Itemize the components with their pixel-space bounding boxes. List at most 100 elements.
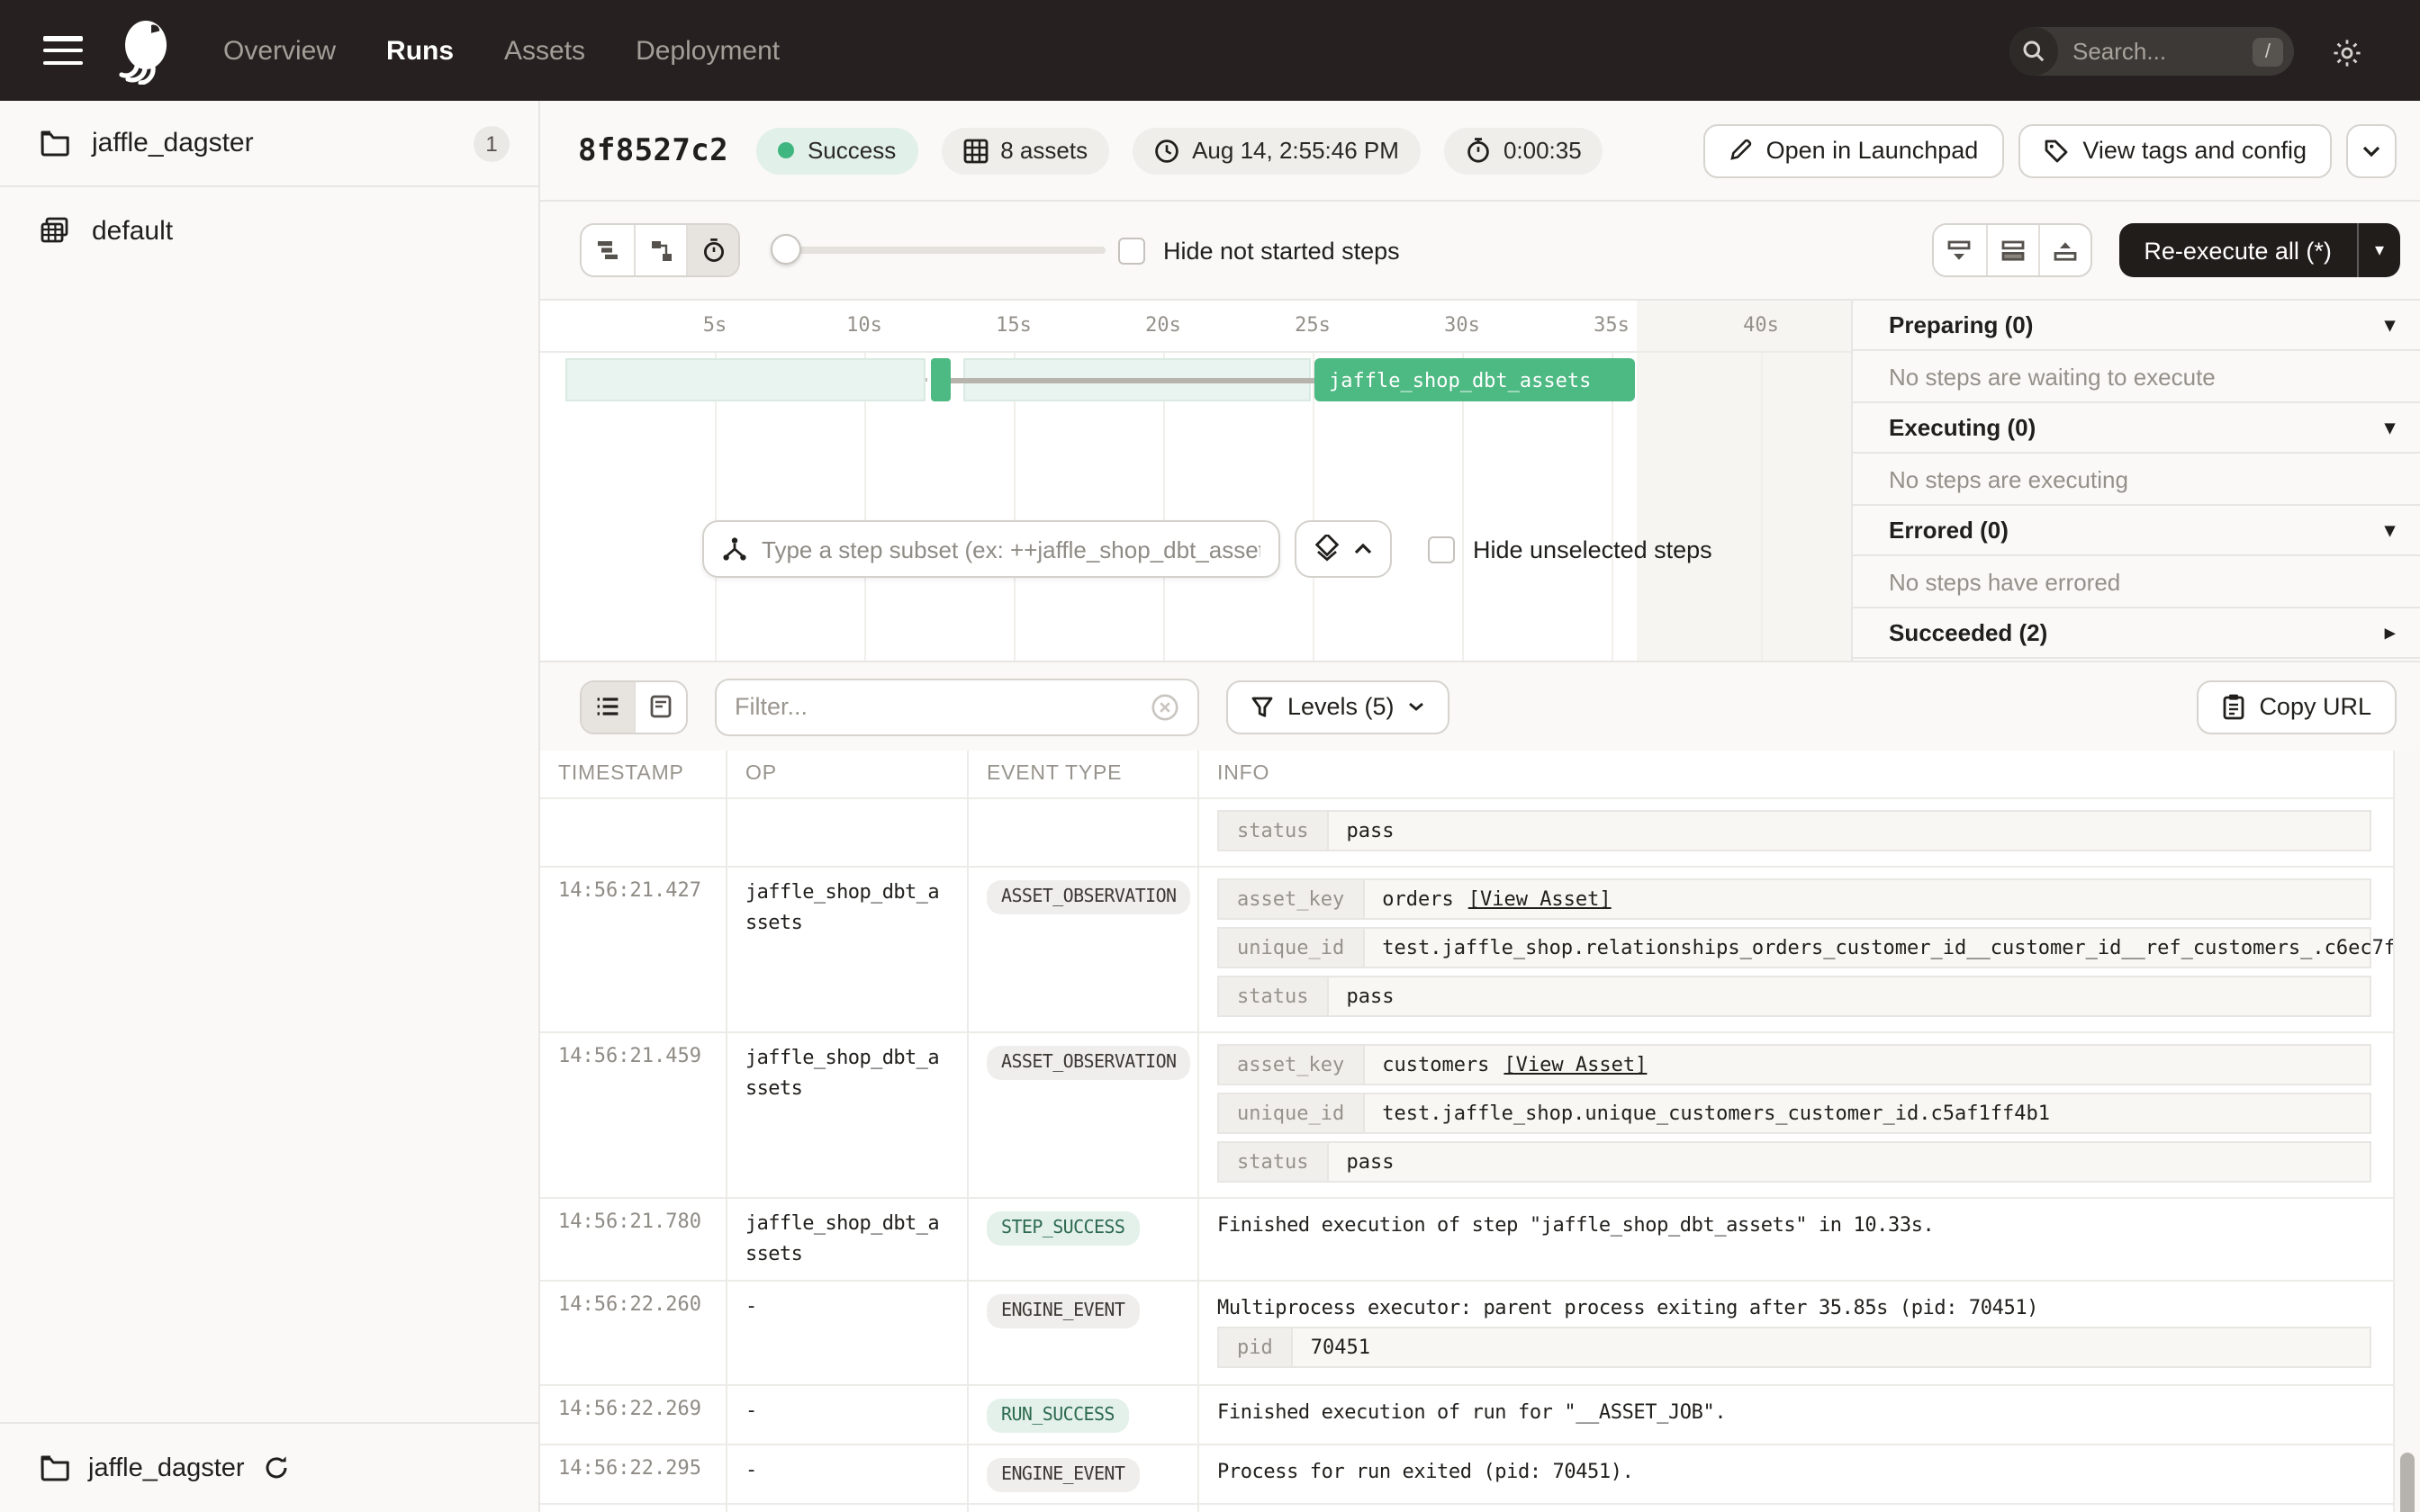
log-row[interactable]: 14:56:22.269 - RUN_SUCCESS Finished exec… <box>540 1386 2393 1445</box>
run-header: 8f8527c2 Success 8 assets Aug 14, 2:55:4… <box>540 101 2420 202</box>
clear-filter-icon[interactable] <box>1151 692 1179 721</box>
gridline <box>1761 353 1763 661</box>
log-row[interactable]: 14:56:22.260 - ENGINE_EVENT Multiprocess… <box>540 1282 2393 1386</box>
dagster-run-page: Overview Runs Assets Deployment Search..… <box>0 0 2420 1512</box>
open-launchpad-button[interactable]: Open in Launchpad <box>1702 123 2004 177</box>
funnel-icon <box>1251 696 1273 716</box>
log-filter-input[interactable] <box>735 693 1151 720</box>
axis-tick: 5s <box>702 313 727 337</box>
caret-down-icon: ▾ <box>2384 520 2395 542</box>
scrollbar-thumb[interactable] <box>2400 1453 2415 1512</box>
section-preparing-body: No steps are waiting to execute <box>1853 351 2420 403</box>
view-asset-link[interactable]: [View Asset] <box>1503 1053 1647 1076</box>
log-structured-value: status pass <box>1217 1141 2371 1183</box>
slider-handle[interactable] <box>771 234 801 265</box>
workspace-label: jaffle_dagster <box>92 128 254 158</box>
asset-group-icon <box>41 217 68 243</box>
gantt-zoom-slider[interactable] <box>771 234 1106 265</box>
tag-icon <box>2044 139 2067 162</box>
reexecute-all-button[interactable]: Re-execute all (*) ▾ <box>2118 223 2400 277</box>
section-executing-body: No steps are executing <box>1853 454 2420 506</box>
log-timestamp: 14:56:22.269 <box>540 1386 727 1444</box>
search-icon <box>2009 27 2058 76</box>
log-info: asset_key customers [View Asset] unique_i… <box>1199 1033 2393 1197</box>
nav-assets[interactable]: Assets <box>504 35 585 66</box>
step-marker-bar[interactable] <box>931 358 951 401</box>
section-succeeded[interactable]: Succeeded (2) ▸ <box>1853 608 2420 659</box>
sidebar-item-default-group[interactable]: default <box>0 187 538 274</box>
log-op: - <box>727 1282 969 1384</box>
global-search[interactable]: Search... / <box>2009 27 2294 76</box>
structured-view-icon[interactable] <box>634 681 686 732</box>
gantt-time-axis: 5s 10s 15s 20s 25s 30s 35s 40s <box>540 301 1851 353</box>
panel-top-icon[interactable] <box>2037 225 2090 275</box>
timing-view-icon[interactable] <box>686 225 738 275</box>
log-event-type <box>969 799 1199 866</box>
log-structured-value: asset_key customers [View Asset] <box>1217 1044 2371 1085</box>
step-bar-jaffle-shop-dbt-assets[interactable]: jaffle_shop_dbt_assets <box>1314 358 1635 401</box>
hide-not-started-label: Hide not started steps <box>1163 237 1400 264</box>
run-id: 8f8527c2 <box>578 132 728 168</box>
workspace-count-badge: 1 <box>474 125 510 161</box>
view-tags-config-button[interactable]: View tags and config <box>2018 123 2332 177</box>
log-info: asset_key orders [View Asset] unique_id t… <box>1199 868 2393 1031</box>
chevron-down-icon <box>1409 702 1424 711</box>
reexecute-dropdown-caret[interactable]: ▾ <box>2356 223 2400 277</box>
assets-badge[interactable]: 8 assets <box>941 127 1110 174</box>
log-row[interactable]: 14:56:21.427 jaffle_shop_dbt_assets ASSE… <box>540 868 2393 1033</box>
log-structured-value: asset_key orders [View Asset] <box>1217 878 2371 920</box>
search-placeholder: Search... <box>2072 38 2167 65</box>
panel-bottom-icon[interactable] <box>1933 225 1985 275</box>
section-executing[interactable]: Executing (0) ▾ <box>1853 403 2420 454</box>
flat-view-icon[interactable] <box>582 225 634 275</box>
log-row[interactable]: status pass <box>540 799 2393 868</box>
panel-split-icon[interactable] <box>1985 225 2037 275</box>
step-subset-input[interactable] <box>762 536 1260 562</box>
hamburger-menu-icon[interactable] <box>43 36 83 65</box>
graph-icon <box>723 537 746 561</box>
footer-repo-label: jaffle_dagster <box>88 1454 245 1482</box>
section-errored[interactable]: Errored (0) ▾ <box>1853 506 2420 556</box>
gantt-chart-section: 5s 10s 15s 20s 25s 30s 35s 40s jaffle_sh… <box>540 299 2420 662</box>
nav-runs[interactable]: Runs <box>386 35 454 66</box>
nav-overview[interactable]: Overview <box>223 35 336 66</box>
axis-tick: 10s <box>846 313 882 337</box>
log-view-toggle <box>580 680 688 734</box>
gridline <box>1313 353 1314 661</box>
log-scrollbar[interactable] <box>2393 751 2420 1512</box>
hide-not-started-checkbox[interactable] <box>1118 237 1145 264</box>
log-timestamp: 14:56:22.260 <box>540 1282 727 1384</box>
axis-tick: 20s <box>1145 313 1181 337</box>
view-asset-link[interactable]: [View Asset] <box>1468 887 1612 911</box>
log-info: Process for run exited (pid: 70451). <box>1217 1460 1634 1483</box>
success-dot-icon <box>778 142 795 158</box>
panel-layout-group <box>1931 223 2092 277</box>
log-row[interactable]: 14:56:22.295 - ENGINE_EVENT Process for … <box>540 1445 2393 1505</box>
gear-icon[interactable] <box>2332 38 2362 68</box>
log-event-type: ASSET_OBSERVATION <box>969 868 1199 1031</box>
grid-icon <box>962 138 988 163</box>
section-preparing[interactable]: Preparing (0) ▾ <box>1853 301 2420 351</box>
run-header-more-button[interactable] <box>2346 123 2397 177</box>
sidebar-footer: jaffle_dagster <box>0 1422 538 1512</box>
log-table: TIMESTAMP OP EVENT TYPE INFO status pass… <box>540 751 2393 1512</box>
log-event-type: ENGINE_EVENT <box>969 1282 1199 1384</box>
log-row[interactable]: 14:56:21.459 jaffle_shop_dbt_assets ASSE… <box>540 1033 2393 1199</box>
hide-unselected-checkbox[interactable] <box>1428 536 1455 562</box>
folder-icon <box>41 1455 69 1481</box>
waterfall-view-icon[interactable] <box>634 225 686 275</box>
started-badge: Aug 14, 2:55:46 PM <box>1133 127 1421 174</box>
copy-url-button[interactable]: Copy URL <box>2196 680 2397 734</box>
dagster-logo-icon[interactable] <box>112 16 176 85</box>
refresh-icon[interactable] <box>263 1454 290 1481</box>
layers-button[interactable] <box>1295 520 1392 578</box>
levels-dropdown[interactable]: Levels (5) <box>1226 680 1450 734</box>
sidebar-item-workspace[interactable]: jaffle_dagster 1 <box>0 101 538 187</box>
nav-deployment[interactable]: Deployment <box>636 35 780 66</box>
log-info: Finished execution of step "jaffle_shop_… <box>1217 1213 1935 1237</box>
log-timestamp: 14:56:21.427 <box>540 868 727 1031</box>
list-view-icon[interactable] <box>582 681 634 732</box>
hide-not-started-row: Hide not started steps <box>1118 237 1400 264</box>
log-row[interactable]: 14:56:21.780 jaffle_shop_dbt_assets STEP… <box>540 1199 2393 1282</box>
log-info: Multiprocess executor: parent process ex… <box>1199 1282 2393 1384</box>
